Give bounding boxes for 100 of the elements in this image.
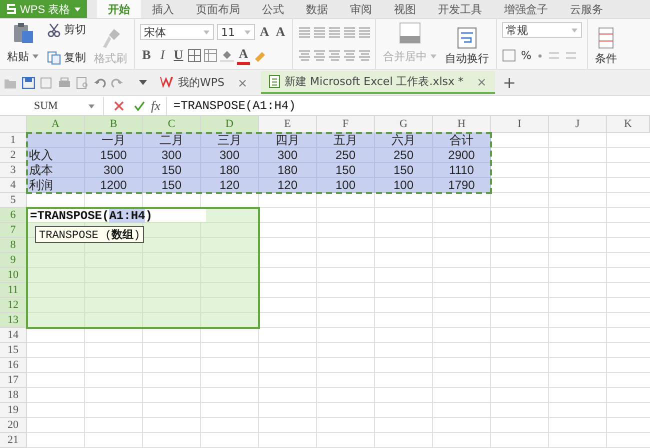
row-header[interactable]: 3 (0, 163, 27, 178)
align-left-icon[interactable] (298, 48, 310, 62)
cell-editor[interactable]: =TRANSPOSE(A1:H4) (28, 209, 206, 222)
menu-tab[interactable]: 开始 (97, 0, 142, 18)
row-header[interactable]: 12 (0, 298, 27, 313)
column-header[interactable]: G (375, 116, 433, 133)
menu-tab[interactable]: 公式 (251, 0, 296, 18)
indent-icon[interactable] (343, 26, 355, 38)
column-header[interactable]: F (317, 116, 375, 133)
table-cell: 180 (259, 163, 317, 178)
outdent-icon[interactable] (358, 26, 370, 38)
row-header[interactable]: 16 (0, 358, 27, 373)
menu-tab[interactable]: 增强盒子 (493, 0, 560, 18)
column-header[interactable]: H (433, 116, 491, 133)
row-header[interactable]: 2 (0, 148, 27, 163)
menu-tab[interactable]: 开发工具 (427, 0, 494, 18)
table-cell: 100 (317, 178, 375, 193)
row-header[interactable]: 7 (0, 223, 27, 238)
menu-tab[interactable]: 云服务 (559, 0, 614, 18)
table-cell: 1790 (433, 178, 491, 193)
row-header[interactable]: 11 (0, 283, 27, 298)
insert-function-button[interactable]: fx (145, 98, 166, 114)
redo-icon[interactable] (111, 76, 123, 88)
table-cell: 120 (259, 178, 317, 193)
column-header[interactable]: E (259, 116, 317, 133)
conditional-format-button[interactable]: 条件 (593, 22, 619, 66)
align-middle-icon[interactable] (313, 26, 325, 38)
font-name-field[interactable]: 宋体 (140, 24, 214, 40)
undo-icon[interactable] (94, 76, 106, 88)
menu-tab[interactable]: 页面布局 (185, 0, 252, 18)
table-cell: 250 (317, 148, 375, 163)
menu-tab[interactable]: 数据 (295, 0, 340, 18)
row-header[interactable]: 13 (0, 313, 27, 328)
paste-button[interactable]: 粘贴 (5, 22, 41, 66)
align-center-icon[interactable] (313, 48, 325, 62)
font-size-field[interactable]: 11 (217, 24, 255, 40)
wrap-text-button[interactable]: 自动换行 (443, 22, 491, 66)
column-header[interactable]: I (491, 116, 549, 133)
column-header[interactable]: J (549, 116, 607, 133)
row-header[interactable]: 8 (0, 238, 27, 253)
column-header[interactable]: A (27, 116, 85, 133)
menu-tab[interactable]: 审阅 (339, 0, 384, 18)
checkmark-icon[interactable] (134, 101, 145, 111)
name-box[interactable]: SUM (0, 97, 104, 115)
caret-icon (244, 30, 251, 34)
table-cell: 300 (85, 163, 143, 178)
cancel-icon[interactable] (114, 101, 124, 111)
column-header[interactable]: D (201, 116, 259, 133)
borders-icon[interactable] (188, 48, 201, 62)
percent-button[interactable]: % (519, 48, 534, 62)
wrap-text-icon (456, 27, 478, 49)
preview-icon[interactable] (76, 76, 89, 88)
font-color-button[interactable]: A (237, 46, 250, 64)
row-header[interactable]: 14 (0, 328, 27, 343)
row-header[interactable]: 9 (0, 253, 27, 268)
row-header[interactable]: 10 (0, 268, 27, 283)
italic-button[interactable]: I (156, 47, 169, 63)
bold-button[interactable]: B (140, 47, 153, 63)
row-header[interactable]: 6 (0, 208, 27, 223)
table-cell: 1110 (433, 163, 491, 178)
fill-color-icon[interactable] (220, 48, 234, 62)
cell-style-icon[interactable] (204, 48, 217, 62)
column-header[interactable]: C (143, 116, 201, 133)
grow-font-button[interactable]: A (258, 24, 271, 40)
table-cell: 300 (201, 148, 259, 163)
align-top-icon[interactable] (298, 26, 310, 38)
folder-icon[interactable] (4, 76, 17, 88)
row-header[interactable]: 20 (0, 418, 27, 433)
distribute-icon[interactable] (358, 48, 370, 62)
save-icon[interactable] (22, 76, 35, 88)
underline-button[interactable]: U (172, 47, 185, 63)
row-header[interactable]: 1 (0, 133, 27, 148)
number-format-field[interactable]: 常规 (502, 22, 582, 38)
row-header[interactable]: 21 (0, 433, 27, 448)
cut-button[interactable]: 剪切 (45, 22, 88, 37)
justify-icon[interactable] (343, 48, 355, 62)
row-header[interactable]: 18 (0, 388, 27, 403)
formula-input[interactable]: =TRANSPOSE(A1:H4) (166, 97, 650, 115)
document-tab[interactable]: 我的WPS × (152, 71, 256, 94)
document-tab[interactable]: 新建 Microsoft Excel 工作表.xlsx * × (260, 71, 495, 94)
row-header[interactable]: 19 (0, 403, 27, 418)
table-cell: 150 (317, 163, 375, 178)
align-bottom-icon[interactable] (328, 26, 340, 38)
align-right-icon[interactable] (328, 48, 340, 62)
table-cell: 150 (143, 178, 201, 193)
column-header[interactable]: B (85, 116, 143, 133)
table-cell: 成本 (27, 163, 85, 178)
column-header[interactable]: K (607, 116, 650, 133)
row-header[interactable]: 17 (0, 373, 27, 388)
shrink-font-button[interactable]: A (274, 24, 287, 40)
table-cell: 300 (259, 148, 317, 163)
new-tab-button[interactable]: + (500, 73, 520, 92)
menu-tab[interactable]: 插入 (141, 0, 186, 18)
dropdown-icon[interactable] (139, 80, 147, 85)
row-header[interactable]: 5 (0, 193, 27, 208)
print-icon[interactable] (58, 76, 71, 88)
copy-button[interactable]: 复制 (45, 50, 88, 65)
row-header[interactable]: 15 (0, 343, 27, 358)
row-header[interactable]: 4 (0, 178, 27, 193)
menu-tab[interactable]: 视图 (383, 0, 428, 18)
